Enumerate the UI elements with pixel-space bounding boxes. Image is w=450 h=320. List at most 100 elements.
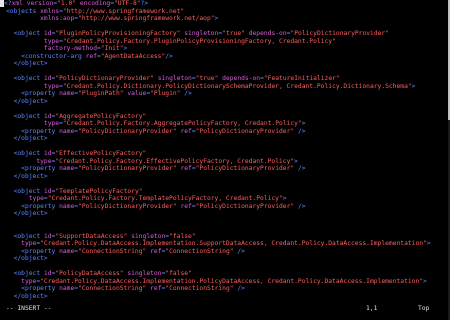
code-line[interactable]: </object>: [0, 135, 448, 143]
code-token: />: [297, 202, 306, 210]
code-token: ?>: [140, 0, 149, 7]
code-line[interactable]: <property name="PluginPath" value="Plugi…: [0, 90, 448, 98]
code-token: "PluginPath": [78, 90, 124, 97]
code-token: <object: [13, 187, 41, 195]
code-line[interactable]: type="Credant.Policy.Factory.AggregatePo…: [0, 120, 448, 128]
code-token: "PolicyDictionaryProvider": [78, 202, 177, 210]
code-line[interactable]: type="Credant.Policy.Factory.EffectivePo…: [0, 158, 448, 166]
code-token: </object>: [13, 135, 48, 142]
code-token: singleton: [184, 30, 219, 37]
code-token: ref: [150, 247, 162, 255]
code-token: "Credant.Policy.Factory.AggregatePolicyF…: [62, 120, 302, 127]
code-token: <property: [21, 247, 56, 255]
code-token: ref: [150, 285, 162, 292]
code-line[interactable]: factory-method="Init">: [0, 45, 448, 53]
code-line[interactable]: </object>: [0, 255, 448, 263]
code-token: "ConnectionString": [165, 247, 234, 255]
code-line[interactable]: <constructor-arg ref="AgentDataAccess"/>: [0, 53, 448, 61]
code-line[interactable]: </object>: [0, 98, 448, 106]
code-token: xmlns:aop: [40, 15, 75, 22]
code-line[interactable]: <property name="ConnectionString" ref="C…: [0, 248, 448, 256]
code-token: id: [43, 232, 52, 240]
code-line[interactable]: <property name="PolicyDictionaryProvider…: [0, 203, 448, 211]
code-token: "true": [222, 30, 245, 37]
code-line[interactable]: [0, 300, 448, 302]
code-token: type: [21, 277, 37, 285]
code-token: depends-on: [248, 30, 287, 37]
mode-indicator: -- INSERT --: [6, 305, 52, 312]
code-token: <property: [21, 127, 56, 135]
code-token: "Credant.Policy.DataAccess.Implementatio…: [40, 240, 427, 247]
code-line[interactable]: type="Credant.Policy.Dictionary.PolicyDi…: [0, 83, 448, 91]
vim-status-line: -- INSERT -- 1,1 Top: [0, 304, 450, 313]
code-token: ref: [180, 165, 192, 172]
code-line[interactable]: <object id="PluginPolicyProvisioningFact…: [0, 30, 448, 38]
code-token: "PolicyDictionaryProvider": [55, 75, 154, 82]
code-line[interactable]: [0, 180, 448, 188]
code-line[interactable]: </object>: [0, 210, 448, 218]
code-line[interactable]: [0, 68, 448, 76]
code-token: "EffectivePolicyFactory": [55, 150, 147, 157]
code-token: "PolicyDictionaryProvider": [195, 202, 295, 210]
code-line[interactable]: [0, 23, 448, 31]
code-token: singleton: [127, 270, 162, 277]
code-line[interactable]: </object>: [0, 293, 448, 301]
code-token: type: [36, 157, 52, 165]
code-token: xml version: [11, 0, 54, 7]
code-token: singleton: [131, 232, 166, 240]
vim-editor-buffer[interactable]: <?xml version="1.0" encoding="UTF-8"?> <o…: [0, 0, 448, 302]
code-line[interactable]: <?xml version="1.0" encoding="UTF-8"?>: [0, 0, 448, 8]
code-line[interactable]: [0, 218, 448, 226]
code-token: type: [43, 37, 60, 45]
code-token: >: [294, 157, 298, 165]
code-line[interactable]: </object>: [0, 60, 448, 68]
code-line[interactable]: <object id="TemplatePolicyFactory": [0, 188, 448, 196]
code-token: <object: [13, 150, 41, 157]
code-line[interactable]: <property name="PolicyDictionaryProvider…: [0, 128, 448, 136]
code-line[interactable]: <object id="AggregatePolicyFactory": [0, 113, 448, 121]
code-token: id: [43, 187, 52, 195]
code-line[interactable]: [0, 105, 448, 113]
code-line[interactable]: [0, 143, 448, 151]
code-token: "true": [195, 75, 219, 82]
code-token: name: [59, 127, 75, 135]
code-token: "AggregatePolicyFactory": [55, 112, 147, 120]
code-line[interactable]: [0, 225, 448, 233]
code-line[interactable]: <objects xmlns="http://www.springframewo…: [0, 8, 448, 16]
code-line[interactable]: <property name="ConnectionString" ref="C…: [0, 285, 448, 293]
code-line[interactable]: xmlns:aop="http://www.springframework.ne…: [0, 15, 448, 23]
code-line[interactable]: <object id="PolicyDataAccess" singleton=…: [0, 270, 448, 278]
code-line[interactable]: [0, 263, 448, 271]
code-token: id: [43, 150, 52, 157]
code-line[interactable]: <object id="PolicyDictionaryProvider" si…: [0, 75, 448, 83]
code-line[interactable]: type="Credant.Policy.DataAccess.Implemen…: [0, 240, 448, 248]
code-token: depends-on: [222, 75, 261, 82]
code-token: "Credant.Policy.Factory.EffectivePolicyF…: [55, 157, 295, 165]
code-line[interactable]: type="Credant.Policy.DataAccess.Implemen…: [0, 278, 448, 286]
code-token: name: [59, 202, 75, 210]
code-line[interactable]: type="Credant.Policy.Factory.PluginPolic…: [0, 38, 448, 46]
code-line[interactable]: type="Credant.Policy.Factory.TemplatePol…: [0, 195, 448, 203]
code-token: ref: [180, 202, 192, 210]
code-line[interactable]: <property name="PolicyDictionaryProvider…: [0, 165, 448, 173]
code-token: >: [301, 120, 306, 127]
code-line[interactable]: </object>: [0, 173, 448, 181]
code-token: "SupportDataAccess": [55, 232, 128, 240]
code-line[interactable]: <object id="EffectivePolicyFactory": [0, 150, 448, 158]
code-token: "Credant.Policy.Factory.TemplatePolicyFa…: [47, 195, 283, 202]
code-token: </object>: [13, 60, 48, 67]
code-token: ref: [85, 52, 98, 60]
code-token: />: [297, 127, 306, 135]
code-line[interactable]: <object id="SupportDataAccess" singleton…: [0, 233, 448, 241]
